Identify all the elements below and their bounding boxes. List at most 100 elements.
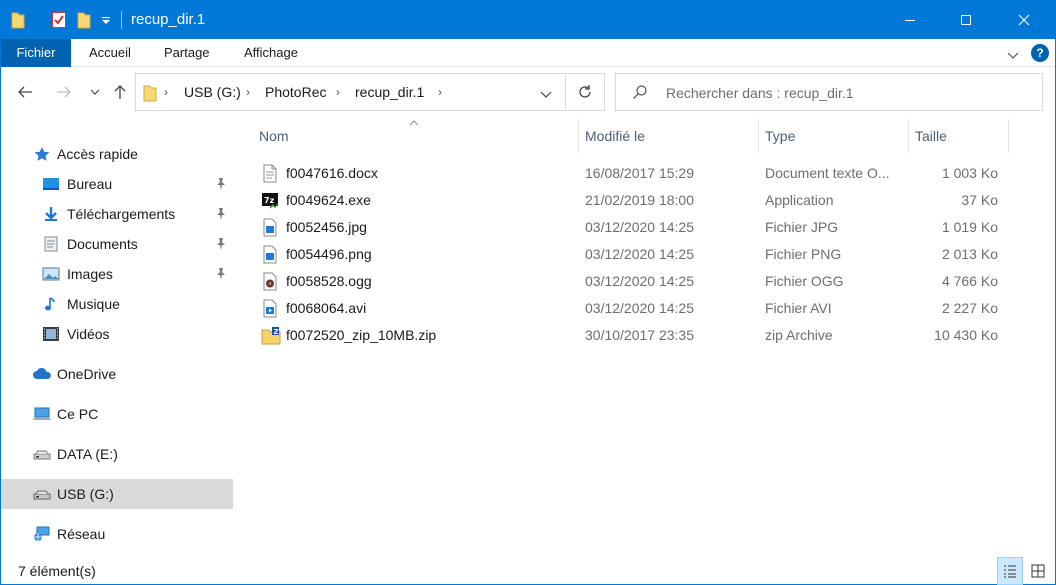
column-header-size[interactable]: Taille	[915, 119, 947, 153]
folder-icon[interactable]	[11, 10, 25, 30]
sidebar-item-usb-g[interactable]: USB (G:)	[1, 479, 233, 509]
tab-accueil[interactable]: Accueil	[89, 39, 131, 67]
column-divider[interactable]	[758, 119, 759, 153]
pin-icon[interactable]	[215, 207, 227, 224]
file-modified: 21/02/2019 18:00	[585, 192, 694, 208]
cloud-icon	[32, 366, 51, 382]
usb-drive-icon	[32, 486, 51, 502]
sidebar-item-images[interactable]: Images	[1, 259, 233, 289]
7zip-exe-icon: 7z	[261, 191, 279, 210]
column-divider[interactable]	[578, 119, 579, 153]
chevron-right-icon[interactable]: ›	[246, 85, 250, 99]
svg-text:Z: Z	[274, 328, 279, 336]
sidebar-item-documents[interactable]: Documents	[1, 229, 233, 259]
pin-icon[interactable]	[215, 177, 227, 194]
sidebar-item-label: Téléchargements	[67, 206, 176, 222]
status-bar: 7 élément(s)	[1, 557, 1055, 585]
file-name: f0072520_zip_10MB.zip	[286, 327, 437, 343]
back-button[interactable]	[14, 81, 36, 103]
file-type: Application	[765, 192, 834, 208]
file-row[interactable]: f0052456.jpg 03/12/2020 14:25 Fichier JP…	[239, 214, 1009, 241]
file-row[interactable]: Z f0072520_zip_10MB.zip 30/10/2017 23:35…	[239, 322, 1009, 349]
search-icon	[632, 84, 648, 103]
sidebar-item-telechargements[interactable]: Téléchargements	[1, 199, 233, 229]
videos-icon	[42, 326, 60, 342]
sort-ascending-icon	[409, 119, 419, 130]
image-file-icon	[261, 245, 279, 264]
customize-toolbar-icon[interactable]	[101, 10, 111, 30]
tab-fichier[interactable]: Fichier	[1, 39, 71, 67]
tab-affichage[interactable]: Affichage	[244, 39, 298, 67]
chevron-right-icon[interactable]: ›	[336, 85, 340, 99]
properties-icon[interactable]	[51, 10, 67, 30]
file-modified: 03/12/2020 14:25	[585, 219, 694, 235]
column-header-type[interactable]: Type	[765, 119, 795, 153]
sidebar-item-label: Accès rapide	[57, 146, 138, 162]
recent-locations-button[interactable]	[84, 81, 106, 103]
sidebar-item-label: Ce PC	[57, 406, 99, 422]
navigation-bar: › USB (G:) › PhotoRec › recup_dir.1 ›	[1, 67, 1055, 119]
address-bar[interactable]: › USB (G:) › PhotoRec › recup_dir.1 ›	[135, 73, 605, 111]
large-icons-view-button[interactable]	[1025, 557, 1051, 585]
sidebar-item-bureau[interactable]: Bureau	[1, 169, 233, 199]
pictures-icon	[42, 266, 60, 282]
close-button[interactable]	[1001, 1, 1047, 39]
details-view-button[interactable]	[997, 557, 1023, 585]
sidebar-item-acces-rapide[interactable]: Accès rapide	[1, 139, 233, 169]
column-header-modified[interactable]: Modifié le	[585, 119, 645, 153]
file-size: 2 013 Ko	[941, 246, 998, 262]
chevron-right-icon[interactable]: ›	[438, 85, 442, 99]
pin-icon[interactable]	[215, 237, 227, 254]
documents-icon	[42, 236, 60, 252]
file-row[interactable]: 7z f0049624.exe 21/02/2019 18:00 Applica…	[239, 187, 1009, 214]
sidebar-item-musique[interactable]: Musique	[1, 289, 233, 319]
minimize-button[interactable]	[887, 1, 933, 39]
sidebar-item-reseau[interactable]: Réseau	[1, 519, 233, 549]
tab-partage[interactable]: Partage	[164, 39, 210, 67]
star-icon	[33, 146, 51, 162]
column-divider[interactable]	[908, 119, 909, 153]
address-history-button[interactable]	[532, 85, 560, 103]
sidebar-item-videos[interactable]: Vidéos	[1, 319, 233, 349]
pin-icon[interactable]	[215, 267, 227, 284]
file-size: 2 227 Ko	[941, 300, 998, 316]
breadcrumb-photorec[interactable]: PhotoRec	[265, 84, 326, 100]
forward-button[interactable]	[53, 81, 75, 103]
search-box[interactable]	[615, 73, 1043, 111]
sidebar-item-label: Images	[67, 266, 113, 282]
download-icon	[42, 206, 60, 222]
file-modified: 03/12/2020 14:25	[585, 300, 694, 316]
search-input[interactable]	[666, 83, 1026, 103]
new-folder-icon[interactable]	[77, 10, 91, 30]
sidebar-item-label: DATA (E:)	[57, 446, 118, 462]
file-list: Nom Modifié le Type Taille f0047616.docx…	[239, 119, 1055, 557]
sidebar-item-data-e[interactable]: DATA (E:)	[1, 439, 233, 469]
chevron-right-icon[interactable]: ›	[164, 85, 168, 99]
file-modified: 03/12/2020 14:25	[585, 246, 694, 262]
file-row[interactable]: f0068064.avi 03/12/2020 14:25 Fichier AV…	[239, 295, 1009, 322]
file-size: 1 003 Ko	[941, 165, 998, 181]
help-icon[interactable]: ?	[1031, 44, 1049, 62]
maximize-button[interactable]	[943, 1, 989, 39]
file-name: f0054496.png	[286, 246, 372, 262]
file-type: Fichier OGG	[765, 273, 844, 289]
file-row[interactable]: f0058528.ogg 03/12/2020 14:25 Fichier OG…	[239, 268, 1009, 295]
explorer-window: recup_dir.1 Fichier Accueil Partage Affi…	[0, 0, 1056, 585]
svg-text:7z: 7z	[264, 196, 275, 205]
refresh-button[interactable]	[568, 78, 602, 106]
expand-ribbon-icon[interactable]	[1007, 47, 1019, 63]
file-modified: 30/10/2017 23:35	[585, 327, 694, 343]
column-header-name[interactable]: Nom	[259, 119, 289, 153]
desktop-icon	[42, 176, 60, 192]
file-row[interactable]: f0054496.png 03/12/2020 14:25 Fichier PN…	[239, 241, 1009, 268]
breadcrumb-usb[interactable]: USB (G:)	[184, 84, 241, 100]
sidebar-item-ce-pc[interactable]: Ce PC	[1, 399, 233, 429]
up-button[interactable]	[109, 81, 131, 103]
file-type: Fichier JPG	[765, 219, 839, 235]
file-name: f0049624.exe	[286, 192, 371, 208]
file-row[interactable]: f0047616.docx 16/08/2017 15:29 Document …	[239, 160, 1009, 187]
sidebar-item-onedrive[interactable]: OneDrive	[1, 359, 233, 389]
column-divider[interactable]	[1008, 119, 1009, 153]
breadcrumb-recup-dir[interactable]: recup_dir.1	[355, 84, 424, 100]
item-count: 7 élément(s)	[18, 563, 96, 579]
